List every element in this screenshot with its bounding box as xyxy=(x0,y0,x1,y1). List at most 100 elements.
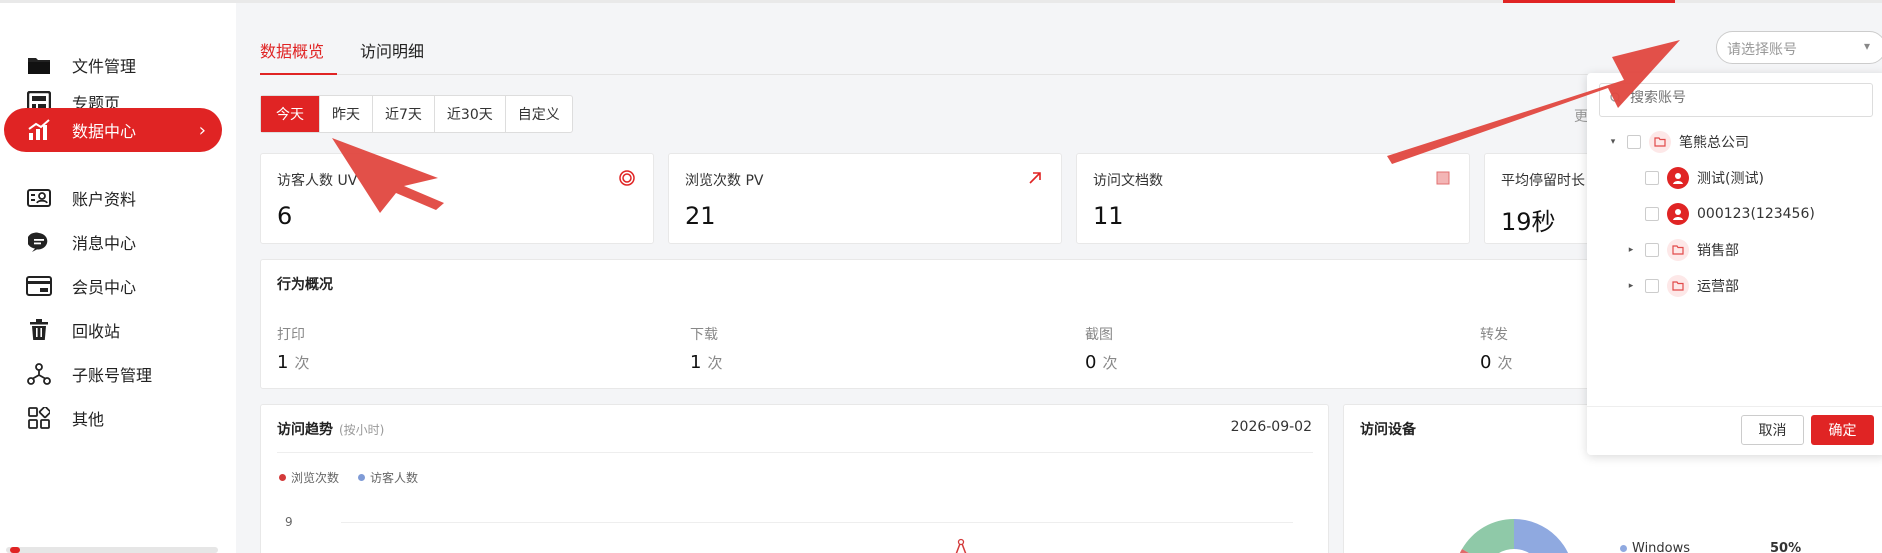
user-avatar-icon xyxy=(1667,167,1689,189)
sidebar-item-label: 子账号管理 xyxy=(72,366,153,385)
tree-node-label: 笔熊总公司 xyxy=(1679,135,1749,151)
cancel-button[interactable]: 取消 xyxy=(1741,415,1804,445)
folder-icon xyxy=(26,53,52,77)
tree-checkbox[interactable] xyxy=(1645,279,1659,293)
behavior-value: 1 xyxy=(690,352,702,373)
tree-expand-toggle[interactable]: ▸ xyxy=(1625,245,1637,255)
behavior-label: 转发 xyxy=(1480,327,1508,343)
behavior-forward: 转发 0次 xyxy=(1480,324,1512,373)
scrollbar-thumb[interactable] xyxy=(10,547,20,553)
apps-grid-icon xyxy=(26,406,52,430)
folder-icon xyxy=(1649,131,1671,153)
account-search-box[interactable] xyxy=(1599,83,1873,117)
tree-node-label: 000123(123456) xyxy=(1697,206,1815,222)
tab-divider xyxy=(260,74,1640,75)
behavior-unit: 次 xyxy=(294,354,310,372)
more-link[interactable]: 更 xyxy=(1574,106,1588,126)
sidebar-item-label: 账户资料 xyxy=(72,190,137,209)
tree-checkbox[interactable] xyxy=(1645,243,1659,257)
date-filter: 今天 昨天 近7天 近30天 自定义 xyxy=(260,95,573,133)
stat-card-pv: 浏览次数 PV 21 xyxy=(668,153,1062,244)
behavior-label: 截图 xyxy=(1085,327,1113,343)
id-card-icon xyxy=(26,186,52,210)
stat-value: 6 xyxy=(277,202,293,230)
sidebar-item-label: 文件管理 xyxy=(72,57,137,76)
sidebar-item-account-info[interactable]: 账户资料 xyxy=(4,176,222,220)
legend-label: 浏览次数 xyxy=(291,471,340,485)
search-icon xyxy=(1610,92,1622,108)
message-bubble-icon xyxy=(26,230,52,254)
legend-uv[interactable]: 访客人数 xyxy=(358,469,418,486)
account-search-input[interactable] xyxy=(1630,90,1860,106)
confirm-button[interactable]: 确定 xyxy=(1811,415,1874,445)
tree-node-user-000123[interactable]: 000123(123456) xyxy=(1625,203,1815,225)
account-select[interactable]: 请选择账号 ▾ xyxy=(1716,31,1882,64)
sidebar-item-label: 回收站 xyxy=(72,322,121,341)
date-yesterday-button[interactable]: 昨天 xyxy=(320,96,373,132)
folder-icon xyxy=(1667,239,1689,261)
tree-node-sales[interactable]: ▸ 销售部 xyxy=(1625,239,1739,261)
legend-windows[interactable]: Windows xyxy=(1620,541,1690,553)
trend-title: 访问趋势 xyxy=(277,422,333,438)
tree-node-user-test[interactable]: 测试(测试) xyxy=(1625,167,1764,189)
behavior-unit: 次 xyxy=(707,354,723,372)
legend-label: 访客人数 xyxy=(370,471,419,485)
sub-account-icon xyxy=(26,362,52,386)
sidebar-item-label: 会员中心 xyxy=(72,278,137,297)
sidebar-scrollbar[interactable] xyxy=(6,547,218,553)
date-today-button[interactable]: 今天 xyxy=(261,96,320,132)
sidebar-item-sub-account[interactable]: 子账号管理 xyxy=(4,352,222,396)
device-donut-chart xyxy=(1459,518,1568,553)
user-avatar-icon xyxy=(1667,203,1689,225)
stat-title: 访客人数 UV xyxy=(277,173,358,189)
date-last30-button[interactable]: 近30天 xyxy=(435,96,506,132)
tab-data-overview[interactable]: 数据概览 xyxy=(260,38,324,62)
tree-expand-toggle[interactable]: ▾ xyxy=(1607,137,1619,147)
tree-node-operations[interactable]: ▸ 运营部 xyxy=(1625,275,1739,297)
sidebar-item-label: 消息中心 xyxy=(72,234,137,253)
legend-pv[interactable]: 浏览次数 xyxy=(279,469,339,486)
tree-checkbox[interactable] xyxy=(1645,207,1659,221)
chevron-right-icon: › xyxy=(198,120,206,141)
sidebar-item-recycle-bin[interactable]: 回收站 xyxy=(4,308,222,352)
stat-title: 访问文档数 xyxy=(1093,173,1163,189)
sidebar-item-other[interactable]: 其他 xyxy=(4,396,222,440)
popup-footer-divider xyxy=(1587,406,1882,407)
behavior-label: 下载 xyxy=(690,327,718,343)
caret-down-icon: ▾ xyxy=(1864,39,1871,53)
behavior-value: 0 xyxy=(1085,352,1097,373)
stat-title: 浏览次数 PV xyxy=(685,173,764,189)
devices-title: 访问设备 xyxy=(1360,422,1416,438)
tree-checkbox[interactable] xyxy=(1627,135,1641,149)
folder-icon xyxy=(1667,275,1689,297)
date-custom-button[interactable]: 自定义 xyxy=(506,96,572,132)
sidebar: 文件管理 专题页 数据中心 › 账户资料 消息中心 会员中心 回收站 子账号管理… xyxy=(0,3,236,553)
tree-node-company[interactable]: ▾ 笔熊总公司 xyxy=(1607,131,1749,153)
active-tab-indicator xyxy=(260,73,337,75)
sidebar-item-data-center[interactable]: 数据中心 › xyxy=(4,108,222,152)
legend-dot xyxy=(1620,545,1627,552)
behavior-label: 打印 xyxy=(277,327,305,343)
tree-expand-toggle[interactable]: ▸ xyxy=(1625,281,1637,291)
target-icon xyxy=(619,170,635,186)
vip-card-icon xyxy=(26,274,52,298)
sidebar-item-message-center[interactable]: 消息中心 xyxy=(4,220,222,264)
date-last7-button[interactable]: 近7天 xyxy=(373,96,435,132)
tree-node-label: 销售部 xyxy=(1697,243,1739,259)
trend-line-peak xyxy=(955,538,967,553)
trend-arrow-icon xyxy=(1027,170,1043,186)
y-axis-tick: 9 xyxy=(285,515,293,529)
sidebar-item-member-center[interactable]: 会员中心 xyxy=(4,264,222,308)
grid-line xyxy=(341,522,1293,523)
sidebar-item-label: 其他 xyxy=(72,410,105,429)
account-select-placeholder: 请选择账号 xyxy=(1727,42,1797,58)
tab-visit-details[interactable]: 访问明细 xyxy=(360,38,424,62)
tree-node-label: 测试(测试) xyxy=(1697,171,1764,187)
legend-label: Windows xyxy=(1632,541,1691,553)
tree-checkbox[interactable] xyxy=(1645,171,1659,185)
behavior-download: 下载 1次 xyxy=(690,324,722,373)
trend-date: 2026-09-02 xyxy=(1230,419,1312,435)
stat-card-uv: 访客人数 UV 6 xyxy=(260,153,654,244)
behavior-unit: 次 xyxy=(1102,354,1118,372)
legend-dot xyxy=(358,474,365,481)
